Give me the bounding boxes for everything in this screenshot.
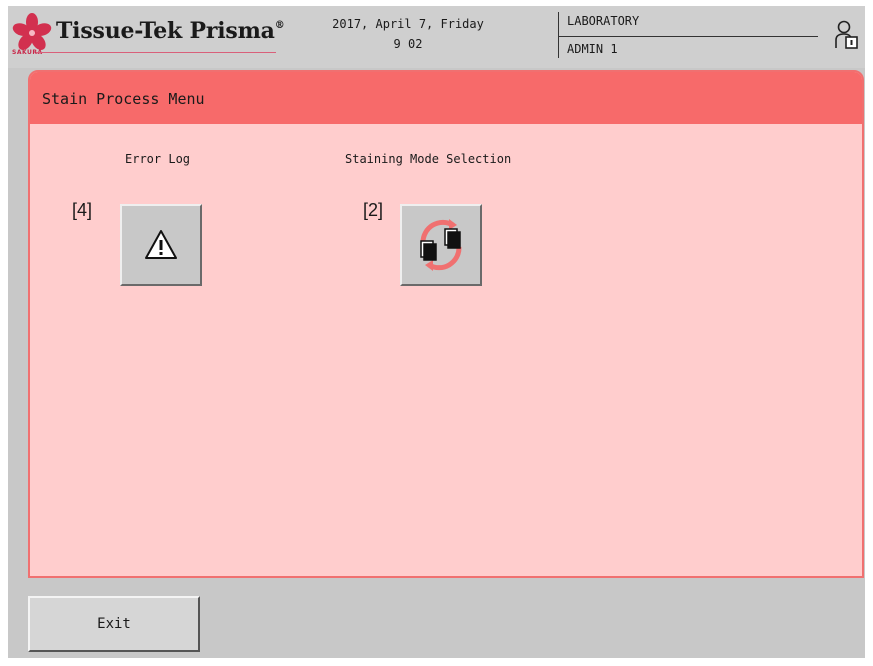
panel-title-bar: Stain Process Menu (30, 72, 862, 124)
brand-name: Tissue-Tek Prisma® (56, 18, 285, 44)
brand-logo: Tissue-Tek Prisma® SAKURA (12, 12, 292, 60)
mode-switch-icon (420, 219, 462, 271)
sakura-flower-icon (12, 13, 52, 50)
header-bar: Tissue-Tek Prisma® SAKURA 2017, April 7,… (8, 6, 865, 68)
user-divider-vertical (558, 12, 559, 58)
user-name: ADMIN 1 (567, 42, 618, 56)
date-text: 2017, April 7, Friday (332, 17, 484, 31)
user-role: LABORATORY (567, 14, 640, 28)
user-lock-icon[interactable] (834, 20, 860, 50)
error-log-caption: Error Log (125, 152, 191, 166)
error-log-button[interactable] (120, 204, 202, 286)
datetime-display: 2017, April 7, Friday 9 02 (318, 14, 498, 54)
user-divider-horizontal (558, 36, 818, 37)
warning-icon (145, 230, 177, 259)
time-text: 9 02 (393, 37, 423, 51)
staining-mode-button[interactable] (400, 204, 482, 286)
stain-process-panel: Stain Process Menu Error Log Staining Mo… (28, 70, 864, 578)
staining-mode-caption: Staining Mode Selection (345, 152, 512, 166)
error-log-badge: [4] (72, 200, 93, 220)
user-info: LABORATORY ADMIN 1 (558, 12, 828, 62)
panel-title: Stain Process Menu (42, 90, 205, 108)
staining-mode-badge: [2] (363, 200, 384, 220)
exit-button[interactable]: Exit (28, 596, 200, 652)
brand-underline (36, 52, 276, 53)
app-screen: Tissue-Tek Prisma® SAKURA 2017, April 7,… (8, 6, 865, 658)
